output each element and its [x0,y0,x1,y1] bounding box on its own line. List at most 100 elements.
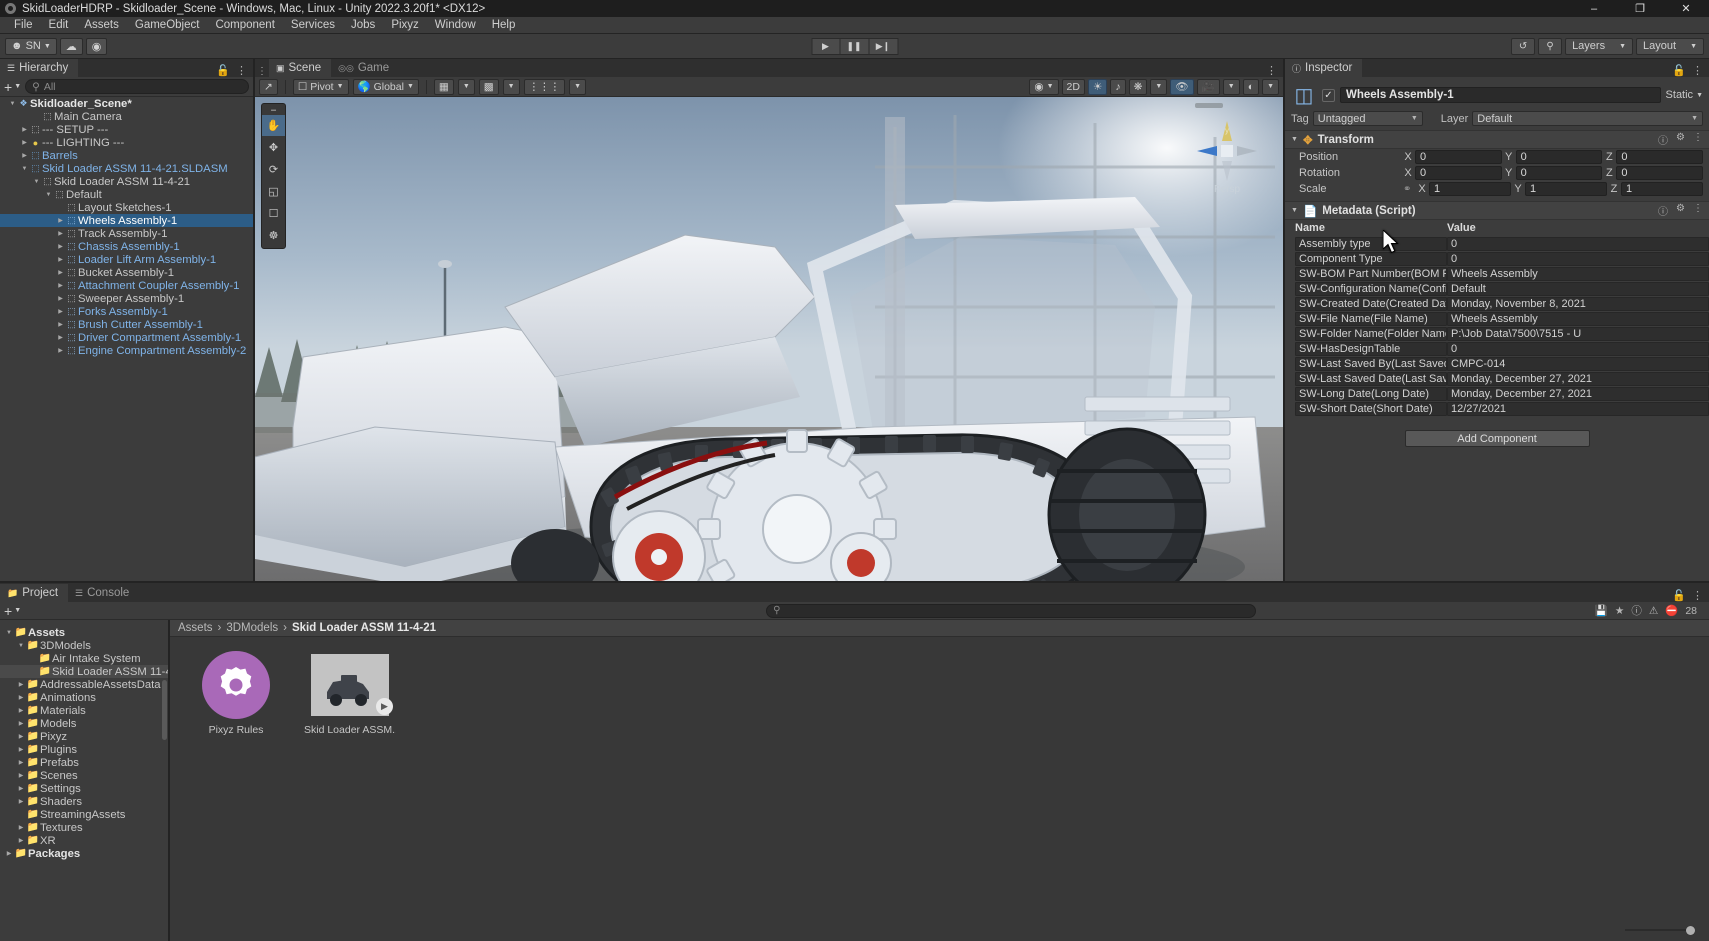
hierarchy-item-loader-lift-arm-assembly-1[interactable]: ▶⬚Loader Lift Arm Assembly-1 [0,253,253,266]
layers-dropdown[interactable]: Layers ▼ [1565,38,1633,55]
layer-dropdown[interactable]: Default ▼ [1472,111,1703,126]
menu-item-help[interactable]: Help [484,17,524,34]
chevron-down-icon[interactable]: ▼ [1291,207,1298,214]
hierarchy-item-barrels[interactable]: ▶⬚Barrels [0,149,253,162]
metadata-value-field[interactable]: Default [1447,282,1709,296]
transform-position-x-input[interactable]: 0 [1415,150,1502,164]
scene-orientation-gizmo[interactable]: y Persp [1191,115,1263,187]
account-button[interactable]: ☻ SN ▼ [5,38,57,55]
transform-tool-icon[interactable]: ☸ [262,225,285,246]
asset-item-pixyz-rules[interactable]: Pixyz Rules [190,651,282,736]
metadata-value-field[interactable]: 12/27/2021 [1447,402,1709,416]
chevron-right-icon[interactable]: ▶ [56,334,65,341]
project-folder-materials[interactable]: ▶📁Materials [0,704,168,717]
step-button[interactable]: ▶❙ [869,38,898,55]
chevron-right-icon[interactable]: ▶ [16,798,26,805]
menu-item-component[interactable]: Component [207,17,282,34]
grid-snapping-dropdown[interactable]: ▦ [434,79,454,95]
chevron-right-icon[interactable]: ▶ [4,850,14,857]
tab-hierarchy[interactable]: ☰ Hierarchy [0,59,78,77]
lock-icon[interactable]: 🔓 [1672,589,1686,602]
overlay-drag-handle[interactable]: ━ [262,106,285,114]
hierarchy-item-attachment-coupler-assembly-1[interactable]: ▶⬚Attachment Coupler Assembly-1 [0,279,253,292]
menu-item-pixyz[interactable]: Pixyz [383,17,426,34]
kebab-menu-icon[interactable]: ⋮ [1692,64,1703,77]
project-folder-pixyz[interactable]: ▶📁Pixyz [0,730,168,743]
chevron-right-icon[interactable]: ▶ [56,321,65,328]
chevron-right-icon[interactable]: ▶ [16,772,26,779]
project-folder-tree[interactable]: ▼📁Assets▼📁3DModels📁Air Intake System📁Ski… [0,620,170,941]
kebab-menu-icon[interactable]: ⋮ [1693,132,1703,147]
project-folder-3dmodels[interactable]: ▼📁3DModels [0,639,168,652]
hierarchy-item-skid-loader-assm-11-4-21-sldasm[interactable]: ▼⬚Skid Loader ASSM 11-4-21.SLDASM [0,162,253,175]
metadata-name-field[interactable]: SW-Created Date(Created Date) [1295,297,1447,311]
hierarchy-item-layout-sketches-1[interactable]: ⬚Layout Sketches-1 [0,201,253,214]
toggle-2d-button[interactable]: 2D [1062,79,1085,95]
transform-rotation-x-input[interactable]: 0 [1415,166,1502,180]
scene-fx-caret[interactable]: ▼ [1150,79,1167,95]
gizmos-dropdown[interactable]: ◐ [1243,79,1259,95]
kebab-menu-icon[interactable]: ⋮ [236,64,247,77]
project-folder-animations[interactable]: ▶📁Animations [0,691,168,704]
create-gameobject-button[interactable]: + ▼ [4,80,21,94]
hierarchy-item-driver-compartment-assembly-1[interactable]: ▶⬚Driver Compartment Assembly-1 [0,331,253,344]
minimize-button[interactable]: – [1571,0,1617,17]
grid-snapping-caret[interactable]: ▼ [458,79,475,95]
pause-button[interactable]: ❚❚ [840,38,869,55]
chevron-right-icon[interactable]: ▶ [16,785,26,792]
project-folder-shaders[interactable]: ▶📁Shaders [0,795,168,808]
project-folder-xr[interactable]: ▶📁XR [0,834,168,847]
save-search-icon[interactable]: 💾 [1595,604,1608,617]
favorite-icon[interactable]: ★ [1615,605,1624,617]
hierarchy-tree[interactable]: ▼❖Skidloader_Scene*⬚Main Camera▶⬚--- SET… [0,97,253,581]
move-tool-icon[interactable]: ✥ [262,137,285,158]
chevron-right-icon[interactable]: ▶ [56,269,65,276]
project-folder-scenes[interactable]: ▶📁Scenes [0,769,168,782]
chevron-down-icon[interactable]: ▼ [32,179,41,185]
metadata-name-field[interactable]: SW-Long Date(Long Date) [1295,387,1447,401]
scene-lighting-toggle[interactable]: ☀ [1088,79,1107,95]
cloud-button[interactable]: ☁ [60,38,83,55]
chevron-down-icon[interactable]: ▼ [4,630,14,636]
chevron-down-icon[interactable]: ▼ [16,643,26,649]
metadata-value-field[interactable]: Monday, December 27, 2021 [1447,387,1709,401]
project-tree-scrollbar[interactable] [162,620,167,941]
scene-overlay-handle[interactable] [1195,103,1223,108]
metadata-value-field[interactable]: 0 [1447,237,1709,251]
project-folder-models[interactable]: ▶📁Models [0,717,168,730]
grid-visibility-dropdown[interactable]: ▩ [479,79,499,95]
tab-scene[interactable]: ▣ Scene [269,59,331,77]
menu-item-file[interactable]: File [6,17,41,34]
tag-dropdown[interactable]: Untagged ▼ [1313,111,1423,126]
hierarchy-item-engine-compartment-assembly-2[interactable]: ▶⬚Engine Compartment Assembly-2 [0,344,253,357]
shading-mode-dropdown[interactable]: ◉ ▼ [1029,79,1058,95]
rect-tool-icon[interactable]: ☐ [262,203,285,224]
project-folder-textures[interactable]: ▶📁Textures [0,821,168,834]
project-search-input[interactable]: ⚲ [766,604,1256,618]
breadcrumb-3dmodels[interactable]: 3DModels [226,622,278,634]
transform-scale-y-input[interactable]: 1 [1525,182,1607,196]
metadata-component-header[interactable]: ▼ 📄 Metadata (Script) ⓘ ⚙ ⋮ [1285,201,1709,220]
tab-console[interactable]: ☰ Console [68,584,139,602]
menu-item-window[interactable]: Window [427,17,484,34]
hierarchy-item-brush-cutter-assembly-1[interactable]: ▶⬚Brush Cutter Assembly-1 [0,318,253,331]
scene-camera-dropdown[interactable]: 🎥 [1197,79,1220,95]
maximize-button[interactable]: ❐ [1617,0,1663,17]
transform-position-z-input[interactable]: 0 [1616,150,1703,164]
project-folder-settings[interactable]: ▶📁Settings [0,782,168,795]
hierarchy-search-input[interactable]: ⚲ All [25,79,249,94]
chevron-right-icon[interactable]: ▶ [16,720,26,727]
metadata-name-field[interactable]: Component Type [1295,252,1447,266]
kebab-menu-icon[interactable]: ⋮ [1693,203,1703,218]
rotate-tool-icon[interactable]: ⟳ [262,159,285,180]
undo-history-icon[interactable]: ↺ [1511,38,1535,55]
hierarchy-item-skidloader-scene[interactable]: ▼❖Skidloader_Scene* [0,97,253,110]
services-settings-button[interactable]: ◉ [86,38,108,55]
metadata-value-field[interactable]: Monday, December 27, 2021 [1447,372,1709,386]
asset-item-skid-loader-model[interactable]: ▶ Skid Loader ASSM... [304,651,396,736]
project-folder-streamingassets[interactable]: 📁StreamingAssets [0,808,168,821]
search-icon[interactable]: ⚲ [1538,38,1562,55]
chevron-right-icon[interactable]: ▶ [16,746,26,753]
metadata-name-field[interactable]: SW-HasDesignTable [1295,342,1447,356]
transform-component-header[interactable]: ▼ ✥ Transform ⓘ ⚙ ⋮ [1285,130,1709,149]
